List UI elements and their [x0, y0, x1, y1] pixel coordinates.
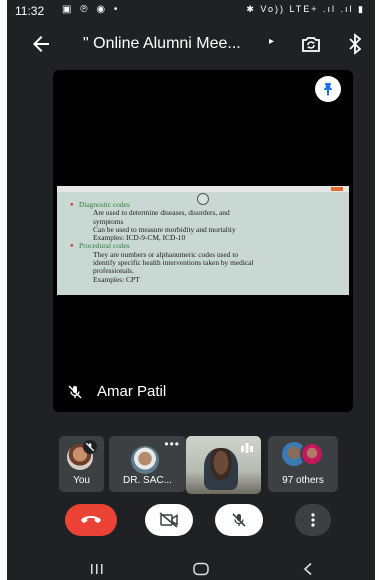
mic-off-icon [68, 385, 82, 399]
participant-tile-dr-sac[interactable]: ••• DR. SAC... [109, 436, 186, 492]
recent-apps-button[interactable] [87, 562, 107, 576]
participant-label-you: You [73, 475, 90, 486]
arrow-left-icon [33, 36, 49, 52]
system-nav-bar [7, 556, 375, 580]
more-vert-icon [311, 513, 315, 527]
notification-icons: ▣ ℗ ◉ • [62, 4, 121, 15]
mic-off-badge [83, 440, 97, 454]
title-caret-icon[interactable]: ▸ [269, 36, 274, 47]
recent-apps-icon [91, 564, 103, 574]
slide-line: Examples: CPT [93, 274, 140, 284]
bluetooth-button[interactable] [343, 32, 367, 56]
meeting-title[interactable]: " Online Alumni Mee... [83, 35, 241, 53]
presenter-name: Amar Patil [97, 383, 167, 400]
system-icons: ✱ Vo)) LTE+ .ıl .ıl ▮ [246, 4, 365, 14]
mic-off-icon [232, 513, 246, 527]
chevron-left-icon [303, 562, 312, 576]
participant-tile-others[interactable]: 97 others [268, 436, 338, 492]
shared-screen-slide: Diagnostic codesAre used to determine di… [57, 186, 349, 295]
switch-camera-button[interactable] [299, 32, 323, 56]
participant-video-feed [204, 448, 238, 490]
switch-camera-icon [302, 37, 320, 52]
participant-label-others: 97 others [282, 475, 324, 486]
back-button[interactable] [29, 32, 53, 56]
avatar-dr-sac [131, 446, 159, 474]
slide-line: Procedural codes [70, 242, 345, 251]
participant-tile-you[interactable]: You [59, 436, 104, 492]
avatar-other-2 [300, 442, 324, 466]
more-dots-icon[interactable]: ••• [164, 437, 180, 451]
mic-toggle-button[interactable] [215, 504, 263, 536]
slide-line: Diagnostic codes [70, 200, 345, 209]
pin-button[interactable] [315, 76, 341, 102]
app-bar: " Online Alumni Mee... ▸ [7, 24, 375, 64]
more-options-button[interactable] [295, 504, 331, 536]
nav-back-button[interactable] [299, 562, 319, 576]
camera-toggle-button[interactable] [145, 504, 193, 536]
home-button[interactable] [191, 562, 211, 576]
participant-label-dr-sac: DR. SAC... [123, 475, 172, 486]
slide-text: Diagnostic codesAre used to determine di… [70, 200, 345, 284]
participant-strip: You ••• DR. SAC... 97 others [7, 436, 375, 494]
status-bar: 11:32 ▣ ℗ ◉ • ✱ Vo)) LTE+ .ıl .ıl ▮ [7, 0, 375, 22]
video-off-icon [159, 512, 178, 528]
slide-toolbar [57, 186, 349, 192]
audio-level-icon [240, 440, 254, 453]
pin-icon [324, 83, 332, 96]
end-call-button[interactable] [65, 504, 117, 536]
mic-off-icon [85, 442, 95, 452]
home-icon [193, 562, 209, 576]
call-controls [7, 504, 375, 538]
presenter-tile[interactable]: Diagnostic codesAre used to determine di… [53, 70, 353, 412]
participant-tile-video[interactable] [186, 436, 261, 494]
bluetooth-icon [349, 33, 362, 55]
phone-screen: 11:32 ▣ ℗ ◉ • ✱ Vo)) LTE+ .ıl .ıl ▮ " On… [7, 0, 375, 580]
presenter-name-bar: Amar Patil [53, 380, 353, 404]
hang-up-icon [81, 516, 101, 523]
status-time: 11:32 [15, 4, 45, 18]
